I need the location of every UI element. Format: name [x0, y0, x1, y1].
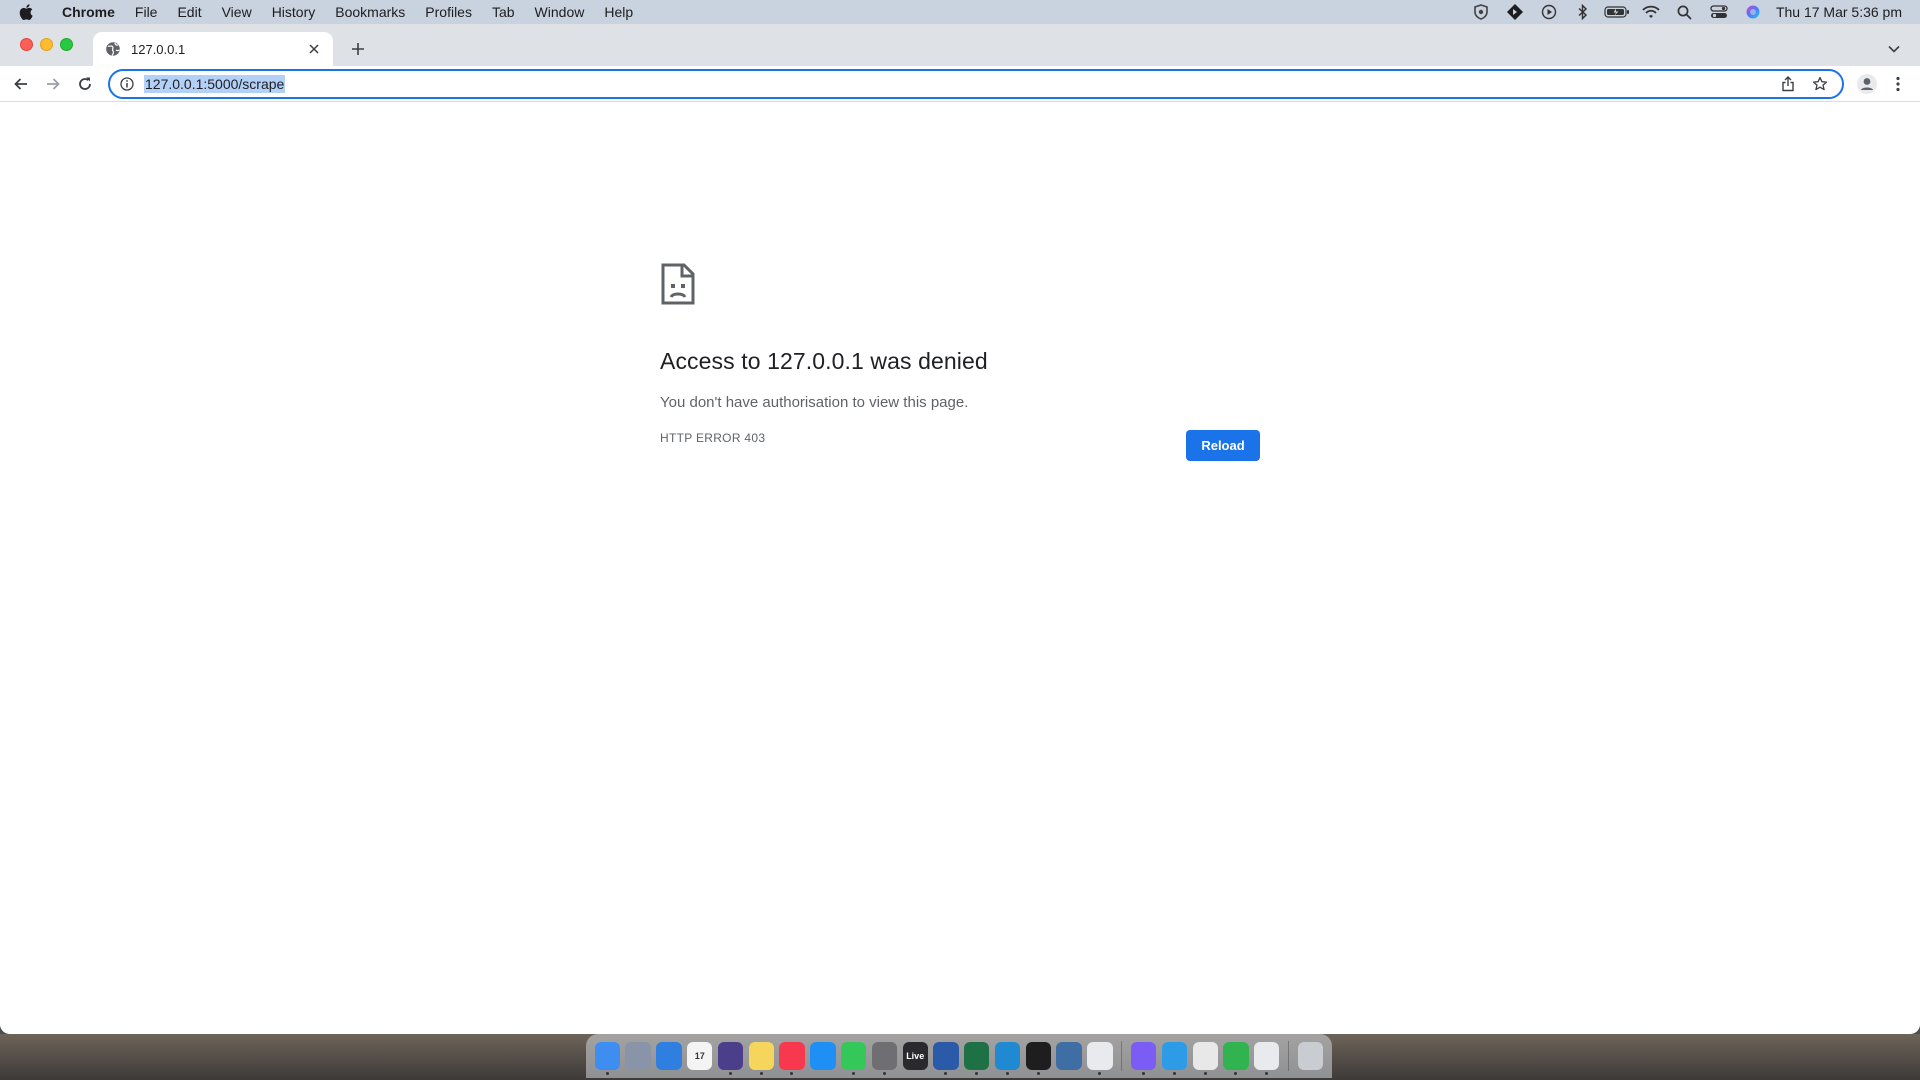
dock-chrome-icon[interactable]: [1087, 1042, 1113, 1075]
dock-running-indicator: [728, 1072, 732, 1075]
bluetooth-icon[interactable]: [1566, 0, 1600, 24]
menu-tab[interactable]: Tab: [482, 0, 525, 24]
dock-numbers-icon[interactable]: [1223, 1042, 1249, 1075]
dock-running-indicator: [1203, 1072, 1207, 1075]
address-bar-actions: [1772, 72, 1842, 96]
dock: 17 Live: [586, 1034, 1332, 1078]
dock-edge-icon[interactable]: [1161, 1042, 1188, 1075]
dock-running-indicator: [759, 1072, 763, 1075]
dock-running-indicator: [790, 1072, 794, 1075]
window-zoom-button[interactable]: [60, 38, 73, 51]
dock-calendar-label: 17: [694, 1051, 705, 1061]
error-heading: Access to 127.0.0.1 was denied: [660, 348, 988, 374]
dock-notes-icon[interactable]: [748, 1042, 774, 1075]
dock-slack-icon[interactable]: [1192, 1042, 1218, 1075]
menu-help[interactable]: Help: [594, 0, 643, 24]
dock-running-indicator: [1234, 1072, 1238, 1075]
menu-edit[interactable]: Edit: [167, 0, 211, 24]
globe-icon: [105, 41, 121, 57]
menu-app-name[interactable]: Chrome: [52, 0, 125, 24]
reload-button[interactable]: Reload: [1186, 430, 1260, 461]
control-center-icon[interactable]: [1702, 0, 1736, 24]
apple-menu-icon[interactable]: [0, 4, 52, 20]
dock-separator: [1288, 1041, 1290, 1071]
menu-view[interactable]: View: [212, 0, 262, 24]
tab-title: 127.0.0.1: [131, 41, 186, 57]
browser-window: 127.0.0.1 127.0.0.1:5000/scrape Access t…: [0, 24, 1920, 1034]
dock-running-indicator: [882, 1072, 886, 1075]
browser-toolbar: 127.0.0.1:5000/scrape: [0, 66, 1920, 102]
app-menu: Chrome File Edit View History Bookmarks …: [52, 0, 643, 24]
dock-messenger-icon[interactable]: [1130, 1042, 1157, 1075]
error-code: HTTP ERROR 403: [660, 431, 766, 445]
forward-arrow-icon[interactable]: [37, 68, 69, 100]
window-close-button[interactable]: [20, 38, 33, 51]
error-message: You don't have authorisation to view thi…: [660, 394, 969, 411]
menu-profiles[interactable]: Profiles: [415, 0, 482, 24]
wifi-icon[interactable]: [1634, 0, 1668, 24]
site-info-icon[interactable]: [118, 75, 136, 93]
browser-menu-icon[interactable]: [1886, 70, 1910, 98]
dock-safari-icon[interactable]: [656, 1042, 682, 1070]
dock-music-icon[interactable]: [779, 1042, 805, 1075]
dock-running-indicator: [1265, 1072, 1269, 1075]
dock-finder-icon[interactable]: [594, 1042, 621, 1075]
menu-history[interactable]: History: [262, 0, 326, 24]
address-bar[interactable]: 127.0.0.1:5000/scrape: [108, 69, 1844, 99]
status-area: Thu 17 Mar 5:36 pm: [1464, 0, 1920, 24]
siri-icon[interactable]: [1736, 0, 1770, 24]
dock-messages-icon[interactable]: [840, 1042, 867, 1075]
diamond-app-icon[interactable]: [1498, 0, 1532, 24]
tab-search-chevron-icon[interactable]: [1882, 37, 1906, 61]
new-tab-button[interactable]: [346, 37, 370, 61]
dock-running-indicator: [975, 1072, 979, 1075]
play-icon[interactable]: [1532, 0, 1566, 24]
dock-running-indicator: [1036, 1072, 1040, 1075]
bookmark-star-icon[interactable]: [1804, 72, 1836, 96]
dock-calendar-icon[interactable]: 17: [687, 1042, 713, 1070]
url-text[interactable]: 127.0.0.1:5000/scrape: [144, 75, 286, 93]
tab-active[interactable]: 127.0.0.1: [93, 32, 333, 66]
dock-word-icon[interactable]: [933, 1042, 959, 1075]
dock-running-indicator: [944, 1072, 948, 1075]
window-minimize-button[interactable]: [40, 38, 53, 51]
shield-icon[interactable]: [1464, 0, 1498, 24]
menu-window[interactable]: Window: [525, 0, 595, 24]
page-content: Access to 127.0.0.1 was denied You don't…: [0, 102, 1920, 1033]
dock-live-icon[interactable]: Live: [902, 1042, 928, 1070]
dock-running-indicator: [851, 1072, 855, 1075]
share-icon[interactable]: [1772, 72, 1804, 96]
profile-avatar-icon[interactable]: [1853, 70, 1881, 98]
dock-chrome-2-icon[interactable]: [1254, 1042, 1280, 1075]
dock-pgadmin-icon[interactable]: [1056, 1042, 1082, 1070]
menu-bar-clock[interactable]: Thu 17 Mar 5:36 pm: [1776, 4, 1902, 20]
menu-file[interactable]: File: [125, 0, 168, 24]
tab-strip: 127.0.0.1: [0, 24, 1920, 66]
dock-app-store-icon[interactable]: [810, 1042, 836, 1070]
menu-bookmarks[interactable]: Bookmarks: [325, 0, 415, 24]
dock-launchpad-icon[interactable]: [625, 1042, 651, 1070]
battery-icon[interactable]: [1600, 0, 1634, 24]
back-arrow-icon[interactable]: [5, 68, 37, 100]
spotlight-search-icon[interactable]: [1668, 0, 1702, 24]
tab-close-icon[interactable]: [305, 40, 323, 58]
sad-page-icon: [660, 262, 696, 306]
dock-separator: [1121, 1041, 1123, 1071]
dock-diamond-app-icon[interactable]: [717, 1042, 744, 1075]
dock-running-indicator: [605, 1072, 609, 1075]
error-panel: Access to 127.0.0.1 was denied You don't…: [660, 262, 1260, 445]
dock-live-label: Live: [906, 1051, 925, 1061]
dock-running-indicator: [1005, 1072, 1009, 1075]
dock-terminal-icon[interactable]: [1025, 1042, 1052, 1075]
reload-icon[interactable]: [69, 68, 101, 100]
dock-running-indicator: [1141, 1072, 1145, 1075]
dock-system-preferences-icon[interactable]: [871, 1042, 898, 1075]
dock-vscode-icon[interactable]: [994, 1042, 1021, 1075]
dock-trash-icon[interactable]: [1297, 1042, 1324, 1070]
macos-menu-bar: Chrome File Edit View History Bookmarks …: [0, 0, 1920, 24]
dock-running-indicator: [1098, 1072, 1102, 1075]
dock-running-indicator: [1172, 1072, 1176, 1075]
dock-excel-icon[interactable]: [964, 1042, 990, 1075]
